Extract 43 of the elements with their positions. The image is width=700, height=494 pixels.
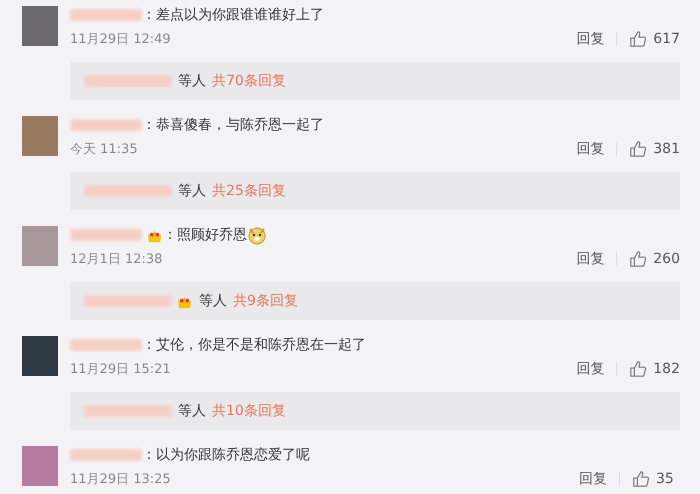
like-count: 182 bbox=[653, 361, 680, 377]
reply-suffix: 等人 bbox=[178, 72, 206, 90]
blurred-username bbox=[70, 119, 142, 131]
comment-time: 12月1日 12:38 bbox=[70, 251, 162, 268]
blurred-username bbox=[70, 9, 142, 21]
thumbs-up-icon[interactable] bbox=[629, 30, 648, 48]
like-count: 381 bbox=[653, 141, 680, 157]
thumbs-up-icon[interactable] bbox=[629, 360, 648, 378]
reply-link[interactable]: 回复 bbox=[576, 360, 604, 378]
comment-text: ：差点以为你跟谁谁谁好上了 bbox=[142, 6, 324, 24]
comment-time: 11月29日 13:25 bbox=[70, 471, 171, 488]
avatar-placeholder bbox=[22, 116, 58, 156]
reply-suffix: 等人 bbox=[199, 292, 227, 310]
thumbs-up-icon[interactable] bbox=[629, 250, 648, 268]
reply-link[interactable]: 回复 bbox=[576, 30, 604, 48]
comment-text: ：照顾好乔恩 bbox=[163, 226, 247, 244]
like-count: 35 bbox=[656, 471, 675, 487]
avatar-placeholder bbox=[22, 446, 58, 486]
avatar-placeholder bbox=[22, 336, 58, 376]
comment-time: 11月29日 15:21 bbox=[70, 361, 171, 378]
comment-text: ：艾伦，你是不是和陈乔恩在一起了 bbox=[142, 336, 366, 354]
reply-summary-bar[interactable]: 等人 共9条回复 bbox=[70, 282, 680, 320]
reply-suffix: 等人 bbox=[178, 402, 206, 420]
comment-time: 11月29日 12:49 bbox=[70, 31, 171, 48]
reply-summary-bar[interactable]: 等人 共70条回复 bbox=[70, 62, 680, 100]
blurred-username bbox=[70, 339, 142, 351]
thumbs-up-icon[interactable] bbox=[629, 140, 648, 158]
blurred-username bbox=[70, 449, 142, 461]
comment-text: ：以为你跟陈乔恩恋爱了呢 bbox=[142, 446, 310, 464]
reply-summary-bar[interactable]: 等人 共10条回复 bbox=[70, 392, 680, 430]
comment-time: 今天 11:35 bbox=[70, 141, 138, 158]
avatar-placeholder bbox=[22, 226, 58, 266]
reply-link[interactable]: 回复 bbox=[579, 470, 607, 488]
like-count: 617 bbox=[653, 31, 680, 47]
reply-summary-bar[interactable]: 等人 共25条回复 bbox=[70, 172, 680, 210]
blurred-username bbox=[70, 229, 142, 241]
reply-link[interactable]: 回复 bbox=[576, 140, 604, 158]
reply-link[interactable]: 回复 bbox=[576, 250, 604, 268]
avatar-placeholder bbox=[22, 6, 58, 46]
comment-text: ：恭喜傻春，与陈乔恩一起了 bbox=[142, 116, 324, 134]
like-count: 260 bbox=[653, 251, 680, 267]
reply-suffix: 等人 bbox=[178, 182, 206, 200]
thumbs-up-icon[interactable] bbox=[632, 470, 650, 488]
